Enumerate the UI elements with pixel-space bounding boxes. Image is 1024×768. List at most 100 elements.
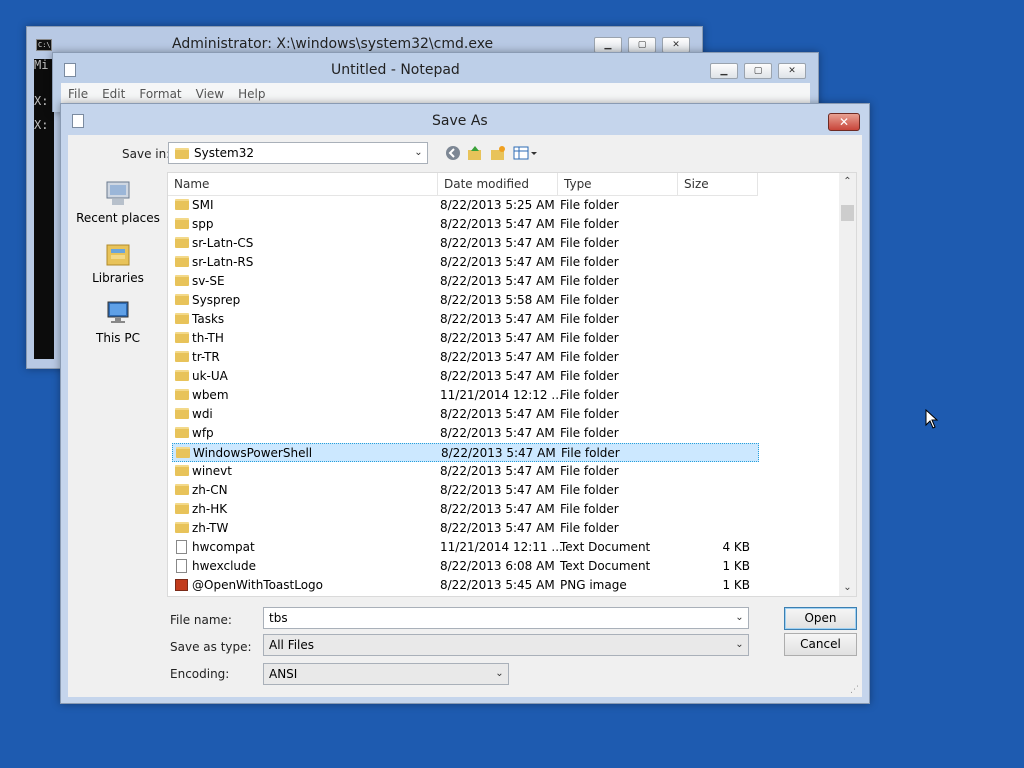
view-menu-icon[interactable] bbox=[513, 144, 539, 160]
table-row[interactable]: Tasks 8/22/2013 5:47 AM File folder bbox=[172, 310, 759, 329]
date-modified-cell: 8/22/2013 5:45 AM bbox=[440, 578, 555, 592]
save-in-dropdown[interactable]: System32 ⌄ bbox=[168, 142, 428, 164]
encoding-dropdown[interactable]: ANSI ⌄ bbox=[263, 663, 509, 685]
save-in-value: System32 bbox=[194, 146, 255, 160]
encoding-label: Encoding: bbox=[170, 667, 230, 681]
table-row[interactable]: wbem 11/21/2014 12:12 ... File folder bbox=[172, 386, 759, 405]
place-recent[interactable]: Recent places bbox=[76, 179, 160, 226]
save-as-dialog[interactable]: Save As ✕ Save in: System32 ⌄ Recent pla… bbox=[60, 103, 870, 704]
file-list[interactable]: Name Date modified Type Size SMI 8/22/201… bbox=[167, 172, 857, 597]
cmd-maximize-icon[interactable]: ▢ bbox=[628, 37, 656, 53]
column-date-modified[interactable]: Date modified bbox=[438, 173, 558, 195]
vertical-scrollbar[interactable]: ⌃ ⌄ bbox=[839, 173, 856, 596]
file-name-cell: wfp bbox=[192, 426, 214, 440]
folder-icon bbox=[175, 313, 189, 324]
back-icon[interactable] bbox=[444, 144, 462, 160]
file-name-cell: zh-HK bbox=[192, 502, 228, 516]
text-document-icon bbox=[176, 540, 187, 554]
dialog-client: Save in: System32 ⌄ Recent places Librar… bbox=[68, 135, 862, 697]
table-row[interactable]: sr-Latn-RS 8/22/2013 5:47 AM File folder bbox=[172, 253, 759, 272]
folder-icon bbox=[175, 522, 189, 533]
table-row[interactable]: uk-UA 8/22/2013 5:47 AM File folder bbox=[172, 367, 759, 386]
up-folder-icon[interactable] bbox=[466, 144, 484, 160]
table-row[interactable]: zh-TW 8/22/2013 5:47 AM File folder bbox=[172, 519, 759, 538]
cmd-close-icon[interactable]: ✕ bbox=[662, 37, 690, 53]
table-row[interactable]: @OpenWithToastLogo 8/22/2013 5:45 AM PNG i… bbox=[172, 576, 759, 595]
cmd-console[interactable]: Mi X: X: bbox=[34, 59, 54, 359]
file-name-cell: WindowsPowerShell bbox=[193, 446, 313, 460]
table-row[interactable]: wfp 8/22/2013 5:47 AM File folder bbox=[172, 424, 759, 443]
chevron-down-icon: ⌄ bbox=[495, 668, 504, 679]
type-cell: PNG image bbox=[560, 578, 627, 592]
table-row[interactable]: zh-HK 8/22/2013 5:47 AM File folder bbox=[172, 500, 759, 519]
file-name-cell: SMI bbox=[192, 198, 214, 212]
table-row[interactable]: WindowsPowerShell 8/22/2013 5:47 AM File f… bbox=[172, 443, 759, 462]
menu-view[interactable]: View bbox=[189, 83, 231, 105]
save-type-dropdown[interactable]: All Files ⌄ bbox=[263, 634, 749, 656]
scroll-down-icon[interactable]: ⌄ bbox=[839, 579, 856, 596]
table-row[interactable]: tr-TR 8/22/2013 5:47 AM File folder bbox=[172, 348, 759, 367]
file-name-cell: uk-UA bbox=[192, 369, 228, 383]
place-label: This PC bbox=[96, 331, 140, 345]
date-modified-cell: 8/22/2013 5:47 AM bbox=[440, 502, 555, 516]
menu-format[interactable]: Format bbox=[132, 83, 188, 105]
notepad-maximize-icon[interactable]: ▢ bbox=[744, 63, 772, 79]
date-modified-cell: 8/22/2013 5:47 AM bbox=[440, 331, 555, 345]
dialog-close-icon[interactable]: ✕ bbox=[828, 113, 860, 131]
cmd-minimize-icon[interactable]: ▁ bbox=[594, 37, 622, 53]
size-cell: 4 KB bbox=[722, 540, 750, 554]
column-name[interactable]: Name bbox=[168, 173, 438, 195]
table-row[interactable]: wdi 8/22/2013 5:47 AM File folder bbox=[172, 405, 759, 424]
place-this-pc[interactable]: This PC bbox=[76, 299, 160, 346]
date-modified-cell: 8/22/2013 5:47 AM bbox=[440, 255, 555, 269]
table-row[interactable]: winevt 8/22/2013 5:47 AM File folder bbox=[172, 462, 759, 481]
place-label: Recent places bbox=[76, 211, 160, 225]
type-cell: File folder bbox=[560, 331, 619, 345]
table-row[interactable]: sr-Latn-CS 8/22/2013 5:47 AM File folder bbox=[172, 234, 759, 253]
table-row[interactable]: Sysprep 8/22/2013 5:58 AM File folder bbox=[172, 291, 759, 310]
scroll-thumb[interactable] bbox=[841, 205, 854, 221]
place-label: Libraries bbox=[92, 271, 144, 285]
folder-icon bbox=[175, 503, 189, 514]
notepad-title: Untitled - Notepad bbox=[331, 62, 460, 78]
chevron-down-icon: ⌄ bbox=[414, 147, 423, 158]
type-cell: File folder bbox=[560, 274, 619, 288]
resize-grip-icon[interactable]: ⋰ bbox=[850, 685, 860, 695]
type-cell: File folder bbox=[560, 350, 619, 364]
save-in-label: Save in: bbox=[122, 147, 171, 161]
column-type[interactable]: Type bbox=[558, 173, 678, 195]
type-cell: File folder bbox=[560, 464, 619, 478]
table-row[interactable]: spp 8/22/2013 5:47 AM File folder bbox=[172, 215, 759, 234]
recent-places-icon bbox=[106, 181, 130, 205]
table-row[interactable]: SMI 8/22/2013 5:25 AM File folder bbox=[172, 196, 759, 215]
menu-file[interactable]: File bbox=[61, 83, 95, 105]
notepad-close-icon[interactable]: ✕ bbox=[778, 63, 806, 79]
date-modified-cell: 8/22/2013 5:58 AM bbox=[440, 293, 555, 307]
computer-icon bbox=[107, 301, 129, 323]
chevron-down-icon: ⌄ bbox=[735, 639, 744, 650]
type-cell: File folder bbox=[560, 369, 619, 383]
date-modified-cell: 8/22/2013 5:47 AM bbox=[440, 350, 555, 364]
cmd-icon: C:\ bbox=[36, 39, 52, 51]
file-name-input[interactable]: tbs ⌄ bbox=[263, 607, 749, 629]
cancel-button[interactable]: Cancel bbox=[784, 633, 857, 656]
new-folder-icon[interactable] bbox=[489, 144, 507, 160]
date-modified-cell: 8/22/2013 5:47 AM bbox=[440, 369, 555, 383]
table-row[interactable]: hwexclude 8/22/2013 6:08 AM Text Document 1… bbox=[172, 557, 759, 576]
scroll-up-icon[interactable]: ⌃ bbox=[839, 173, 856, 190]
save-type-label: Save as type: bbox=[170, 640, 252, 654]
notepad-minimize-icon[interactable]: ▁ bbox=[710, 63, 738, 79]
file-name-label: File name: bbox=[170, 613, 232, 627]
menu-help[interactable]: Help bbox=[231, 83, 272, 105]
place-libraries[interactable]: Libraries bbox=[76, 239, 160, 286]
table-row[interactable]: th-TH 8/22/2013 5:47 AM File folder bbox=[172, 329, 759, 348]
table-row[interactable]: hwcompat 11/21/2014 12:11 ... Text Documen… bbox=[172, 538, 759, 557]
table-row[interactable]: sv-SE 8/22/2013 5:47 AM File folder bbox=[172, 272, 759, 291]
table-row[interactable]: zh-CN 8/22/2013 5:47 AM File folder bbox=[172, 481, 759, 500]
open-button[interactable]: Open bbox=[784, 607, 857, 630]
column-size[interactable]: Size bbox=[678, 173, 758, 195]
type-cell: Text Document bbox=[560, 559, 651, 573]
chevron-down-icon[interactable]: ⌄ bbox=[731, 608, 748, 628]
menu-edit[interactable]: Edit bbox=[95, 83, 132, 105]
type-cell: File folder bbox=[560, 312, 619, 326]
